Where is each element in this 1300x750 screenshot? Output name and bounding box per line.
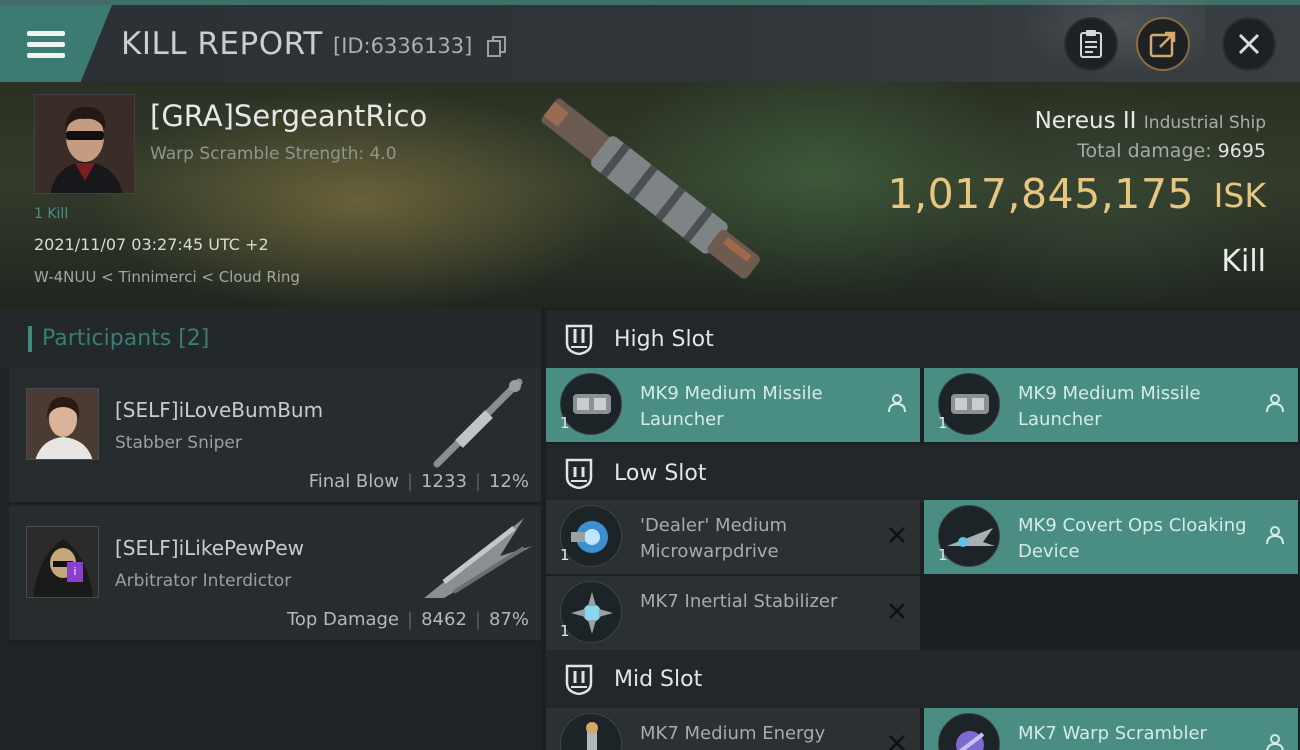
person-icon [1266, 394, 1284, 413]
victim-ship-line[interactable]: Nereus II Industrial Ship [1035, 108, 1266, 134]
kill-count-tag: 1 Kill [34, 206, 69, 222]
module-item[interactable]: 1 MK7 Warp Scrambler [924, 708, 1298, 750]
person-icon [1266, 526, 1284, 545]
fitting-panel: High Slot 1 MK9 Medium Missile Launcher … [546, 308, 1300, 750]
avatar [26, 526, 99, 598]
participant-ship-image [433, 378, 523, 468]
report-id: [ID:6336133] [333, 34, 473, 58]
module-item[interactable]: 1 MK9 Medium Missile Launcher [924, 368, 1298, 442]
share-button[interactable] [1136, 17, 1190, 71]
module-item[interactable]: 1 MK7 Medium Energy [546, 708, 920, 750]
participant-percent: 12% [488, 471, 529, 492]
destroyed-x-icon [889, 603, 905, 619]
isk-value: 1,017,845,175 [887, 170, 1194, 218]
module-item[interactable]: 1 MK9 Covert Ops Cloaking Device [924, 500, 1298, 574]
module-name: MK9 Covert Ops Cloaking Device [1018, 515, 1247, 562]
module-name: MK9 Medium Missile Launcher [640, 383, 823, 430]
participant-ship: Stabber Sniper [115, 433, 242, 453]
victim-pilot-name[interactable]: [GRA]SergeantRico [150, 99, 427, 133]
participant-row[interactable]: [SELF]iLoveBumBum Stabber Sniper Final B… [9, 368, 541, 504]
low-slot-icon [565, 458, 593, 489]
low-slot-header: Low Slot [546, 444, 1300, 502]
mid-slot-title: Mid Slot [614, 667, 703, 692]
victim-ship-class: Industrial Ship [1143, 113, 1266, 133]
total-damage-label: Total damage: [1077, 140, 1212, 162]
module-name: MK7 Medium Energy [640, 723, 826, 744]
high-slot-title: High Slot [614, 327, 714, 352]
participant-name: [SELF]iLoveBumBum [115, 398, 324, 422]
isk-unit: ISK [1213, 176, 1266, 215]
mid-slot-icon [565, 664, 593, 695]
low-slot-title: Low Slot [614, 461, 707, 486]
close-button[interactable] [1222, 17, 1276, 71]
kill-result: Kill [1221, 244, 1266, 279]
hamburger-menu-icon[interactable] [27, 31, 65, 59]
victim-portrait[interactable] [34, 94, 135, 194]
total-damage-line: Total damage: 9695 [1077, 140, 1266, 162]
victim-banner: [GRA]SergeantRico Warp Scramble Strength… [0, 82, 1300, 308]
kill-location[interactable]: W-4NUU < Tinnimerci < Cloud Ring [34, 268, 300, 286]
participant-stats: Top Damage | 8462 | 87% [286, 609, 529, 630]
clipboard-button[interactable] [1064, 17, 1118, 71]
copy-icon[interactable] [487, 36, 507, 58]
module-quantity: 1 [938, 414, 948, 432]
participants-panel: Participants [2] [SELF]iLoveBumBum Stabb… [0, 308, 541, 750]
participants-header: Participants [2] [0, 308, 541, 368]
high-slot-icon [565, 324, 593, 355]
page-title: KILL REPORT [121, 26, 323, 62]
menu-button[interactable] [0, 5, 112, 82]
clipboard-icon [1080, 30, 1102, 58]
module-quantity: 1 [938, 546, 948, 564]
participant-row[interactable]: i [SELF]iLikePewPew Arbitrator Interdict… [9, 506, 541, 642]
high-slot-header: High Slot [546, 310, 1300, 368]
participant-role: Top Damage [286, 609, 400, 630]
participant-damage: 1233 [421, 471, 467, 492]
module-item[interactable]: 1 'Dealer' Medium Microwarpdrive [546, 500, 920, 574]
close-icon [1238, 33, 1260, 55]
participant-ship: Arbitrator Interdictor [115, 571, 292, 591]
warp-scrambler-icon [938, 713, 1000, 750]
participants-title: Participants [2] [42, 326, 210, 351]
module-item[interactable]: 1 MK7 Inertial Stabilizer [546, 576, 920, 650]
mid-slot-header: Mid Slot [546, 650, 1300, 708]
avatar [26, 388, 99, 460]
destroyed-x-icon [889, 735, 905, 750]
kill-datetime: 2021/11/07 03:27:45 UTC +2 [34, 235, 269, 254]
external-share-icon [1149, 31, 1176, 58]
participant-damage: 8462 [421, 609, 467, 630]
header-accent-bar [28, 326, 32, 352]
participant-ship-image [424, 518, 532, 598]
module-quantity: 1 [560, 414, 570, 432]
participant-percent: 87% [488, 609, 529, 630]
victim-ship-name: Nereus II [1034, 108, 1137, 134]
module-name: MK9 Medium Missile Launcher [1018, 383, 1201, 430]
participant-role: Final Blow [308, 471, 400, 492]
victim-ship-image [541, 98, 760, 279]
module-name: 'Dealer' Medium Microwarpdrive [640, 515, 788, 562]
person-icon [1266, 734, 1284, 750]
total-damage-value: 9695 [1217, 140, 1266, 162]
module-name: MK7 Inertial Stabilizer [640, 591, 838, 612]
module-quantity: 1 [560, 546, 570, 564]
role-badge: i [67, 562, 83, 582]
participant-name: [SELF]iLikePewPew [115, 536, 305, 560]
module-name: MK7 Warp Scrambler [1018, 723, 1207, 744]
destroyed-x-icon [889, 527, 905, 543]
participant-stats: Final Blow | 1233 | 12% [308, 471, 529, 492]
energy-module-icon [560, 713, 622, 750]
title-bar: KILL REPORT [ID:6336133] [0, 0, 1300, 82]
module-item[interactable]: 1 MK9 Medium Missile Launcher [546, 368, 920, 442]
module-quantity: 1 [560, 622, 570, 640]
pilot-avatar-image [35, 95, 134, 193]
warp-scramble-strength: Warp Scramble Strength: 4.0 [150, 144, 397, 164]
person-icon [888, 394, 906, 413]
